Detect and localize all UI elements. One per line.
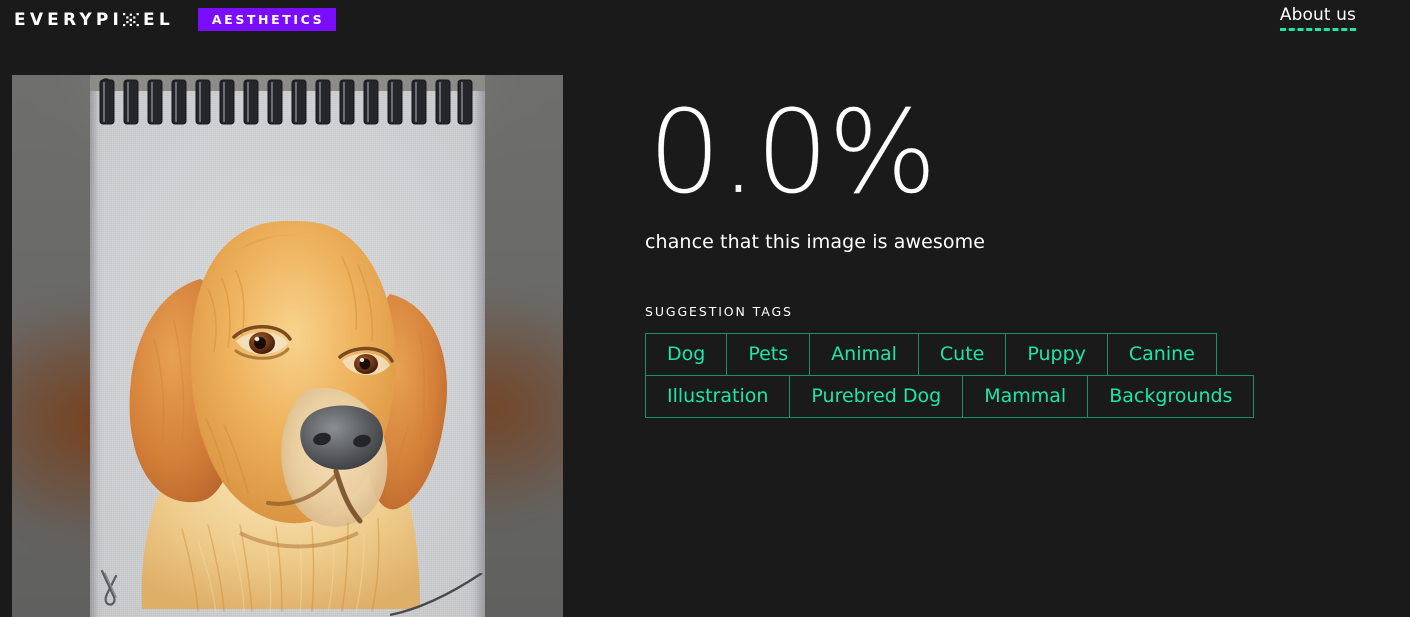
tag-chip[interactable]: Animal [809, 333, 919, 376]
paperclip-icon [100, 569, 118, 606]
brand-text-before: EVERYPI [14, 10, 124, 30]
site-header: EVERYPI EL AESTHETICS About us [0, 0, 1410, 55]
tag-chip[interactable]: Illustration [645, 375, 791, 418]
tag-chip[interactable]: Canine [1106, 333, 1217, 376]
about-us-link[interactable]: About us [1279, 5, 1356, 31]
analysis-results: 0.0% chance that this image is awesome S… [645, 75, 1385, 418]
spiral-binding-icon [90, 75, 485, 125]
tag-chip[interactable]: Backgrounds [1087, 375, 1255, 418]
everypixel-logo[interactable]: EVERYPI EL [14, 8, 174, 32]
header-nav: About us [1279, 5, 1410, 31]
brand-text-after: EL [143, 10, 174, 30]
suggestion-tags-label: SUGGESTION TAGS [645, 304, 793, 319]
page-bottom-edge [390, 573, 483, 617]
pixel-dots-x-icon [123, 12, 140, 29]
tag-chip[interactable]: Pets [726, 333, 811, 376]
sketchbook-page [90, 89, 485, 617]
tag-chip[interactable]: Puppy [1005, 333, 1108, 376]
sketchbook-photo [90, 75, 485, 617]
suggestion-tags-list: Dog Pets Animal Cute Puppy Canine Illust… [645, 333, 1293, 418]
tag-chip[interactable]: Mammal [962, 375, 1089, 418]
tag-chip[interactable]: Cute [917, 333, 1007, 376]
dog-drawing-illustration [129, 221, 447, 614]
aesthetic-score: 0.0% [648, 86, 937, 220]
aesthetics-badge: AESTHETICS [197, 8, 337, 31]
score-caption: chance that this image is awesome [645, 231, 986, 253]
tag-chip[interactable]: Dog [645, 333, 728, 376]
analyzed-image-panel[interactable] [12, 75, 563, 617]
tag-chip[interactable]: Purebred Dog [789, 375, 964, 418]
